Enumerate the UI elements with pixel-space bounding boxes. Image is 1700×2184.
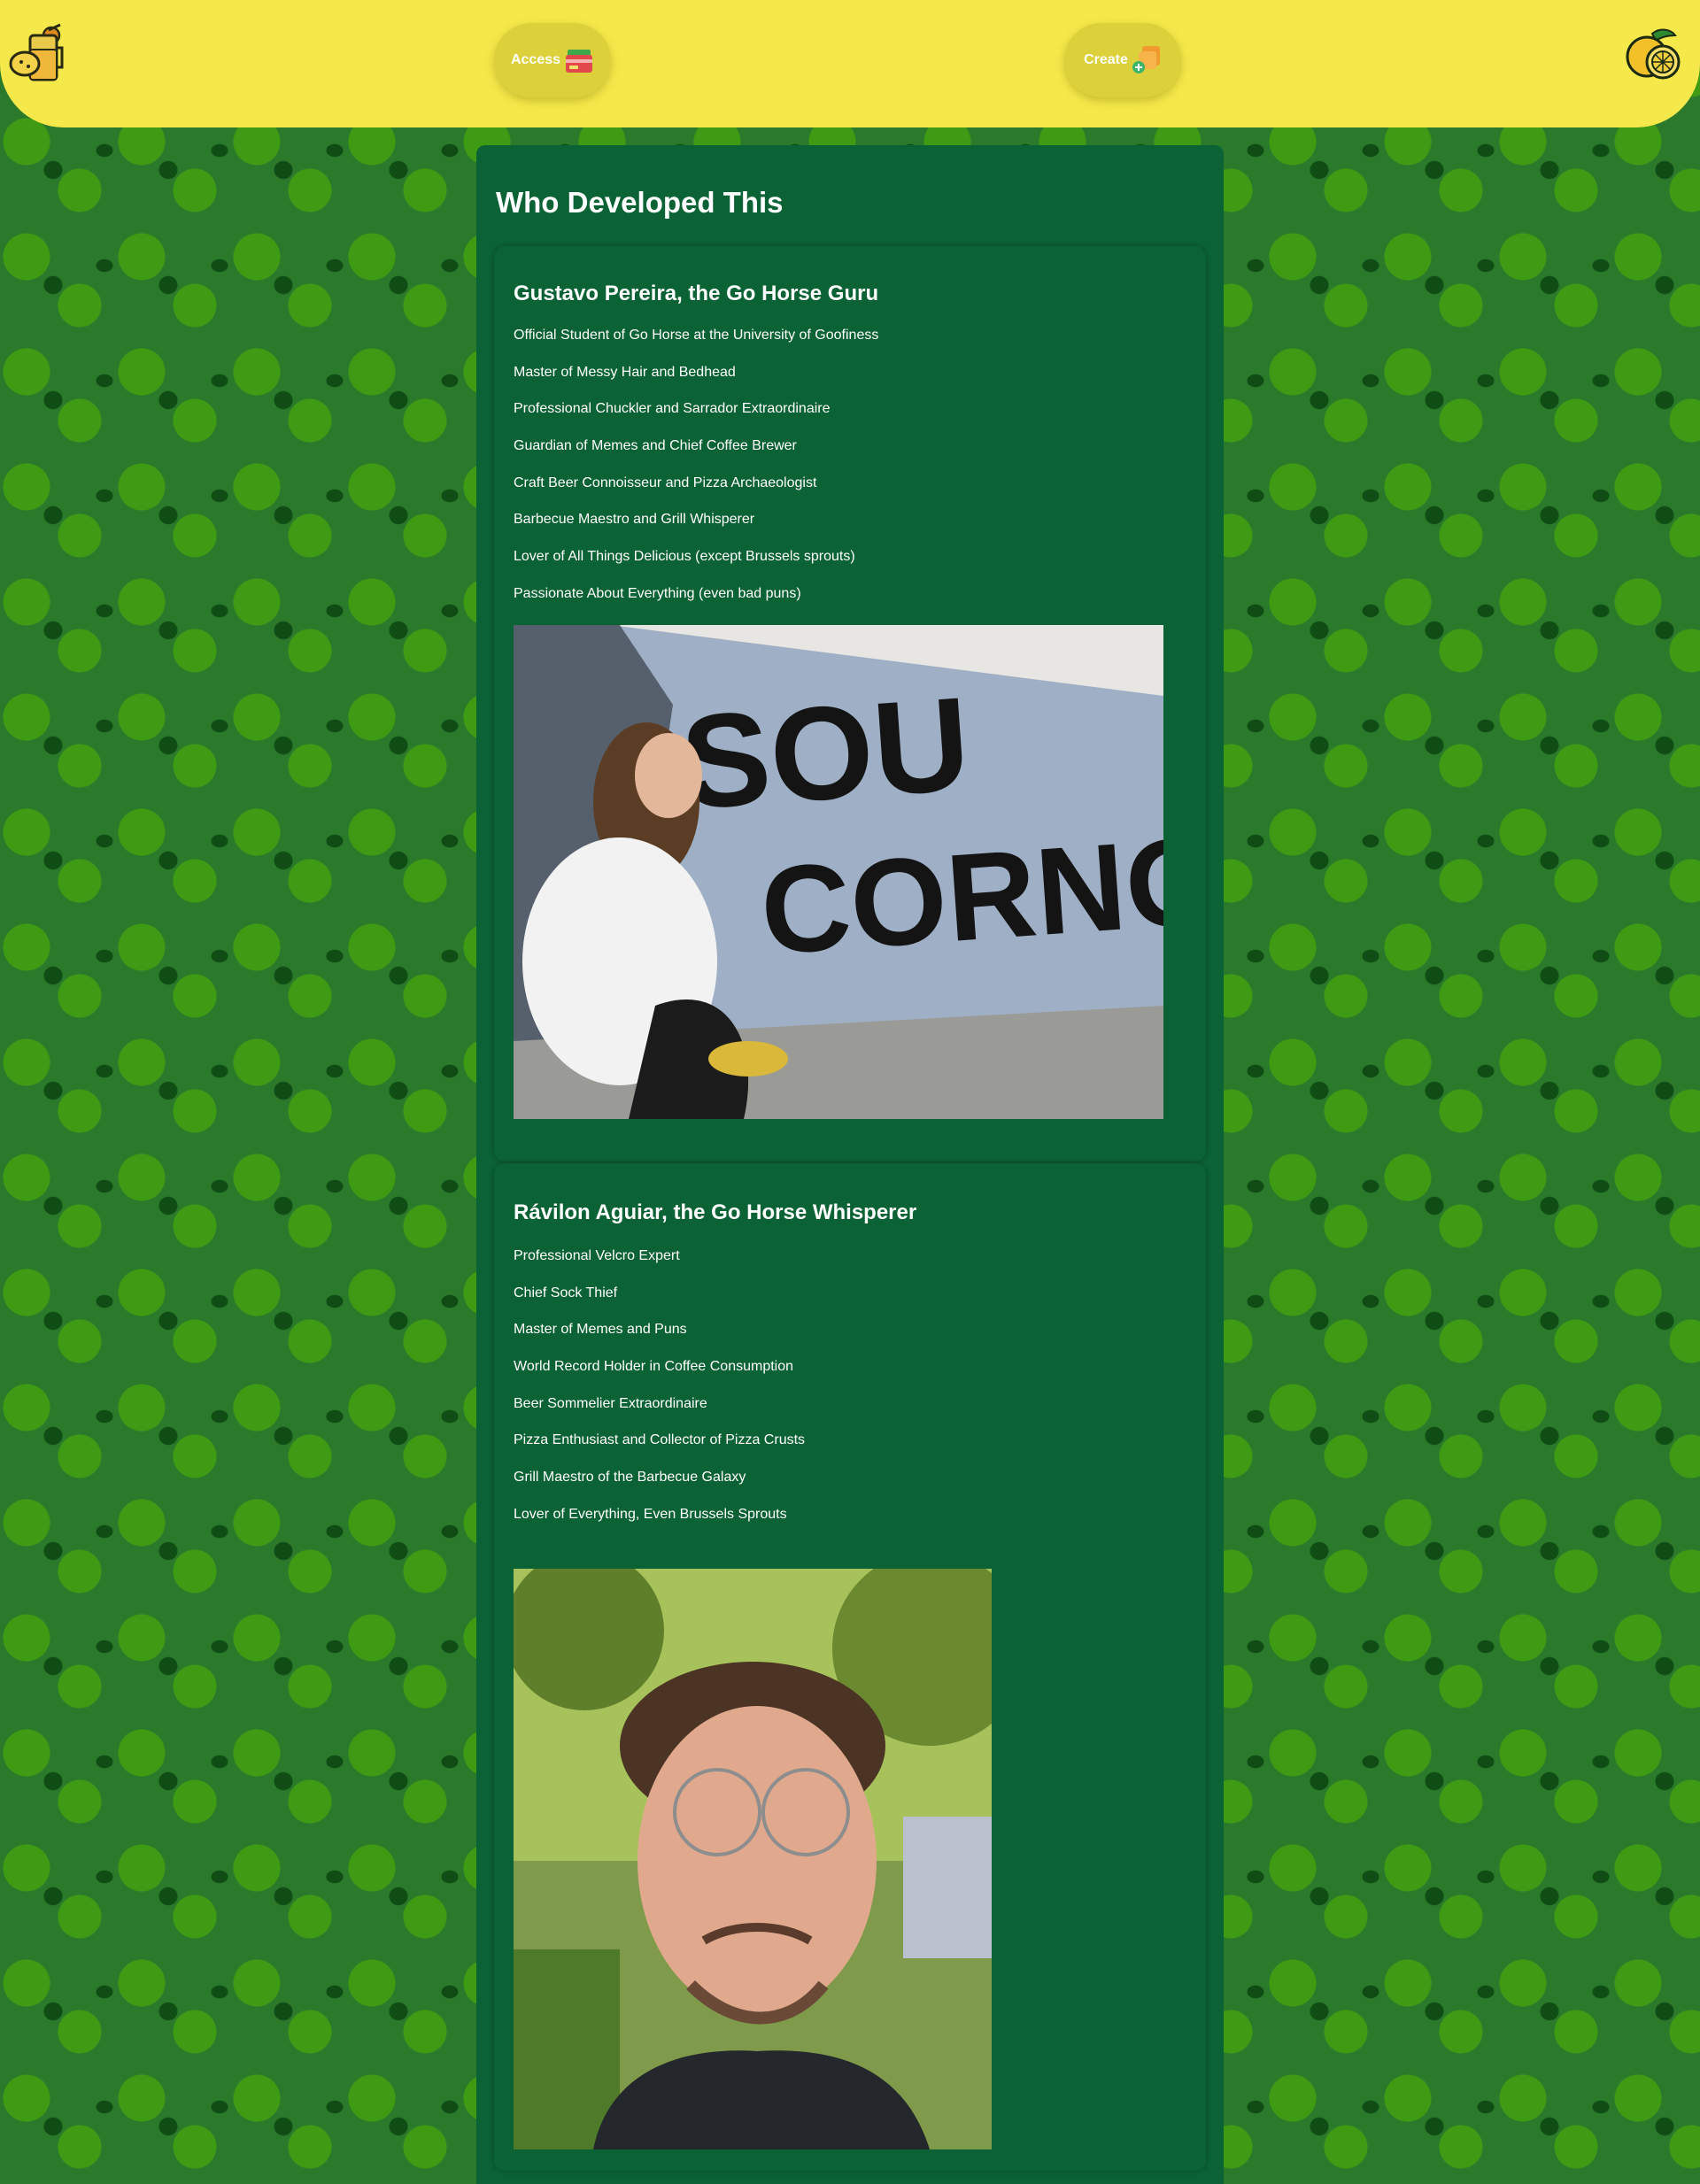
developer-trait: Official Student of Go Horse at the Univ…: [514, 328, 879, 343]
top-navigation-bar: Access Create: [0, 0, 1700, 127]
developer-trait: Lover of Everything, Even Brussels Sprou…: [514, 1506, 787, 1522]
developer-trait: Barbecue Maestro and Grill Whisperer: [514, 512, 755, 528]
developer-trait: Craft Beer Connoisseur and Pizza Archaeo…: [514, 475, 817, 490]
developer-trait: Professional Velcro Expert: [514, 1248, 680, 1263]
developer-trait: Pizza Enthusiast and Collector of Pizza …: [514, 1432, 806, 1448]
developer-trait: Chief Sock Thief: [514, 1285, 618, 1300]
developer-trait: Beer Sommelier Extraordinaire: [514, 1395, 707, 1411]
developer-traits-list: Professional Velcro Expert Chief Sock Th…: [514, 1248, 805, 1544]
developer-card: Rávilon Aguiar, the Go Horse Whisperer P…: [494, 1163, 1206, 2171]
page-title: Who Developed This: [496, 186, 784, 219]
developer-trait: Passionate About Everything (even bad pu…: [514, 585, 801, 601]
wallet-icon: [566, 50, 593, 73]
create-label: Create: [1084, 52, 1128, 67]
developer-trait: Lover of All Things Delicious (except Br…: [514, 549, 855, 565]
developer-traits-list: Official Student of Go Horse at the Univ…: [514, 328, 878, 623]
lemonade-glass-icon[interactable]: [7, 23, 66, 85]
access-label: Access: [510, 52, 561, 67]
developer-photo: [514, 1569, 992, 2149]
create-button[interactable]: Create: [1064, 23, 1181, 97]
access-button[interactable]: Access: [494, 23, 611, 97]
developer-trait: Master of Messy Hair and Bedhead: [514, 364, 736, 380]
developer-trait: Grill Maestro of the Barbecue Galaxy: [514, 1470, 746, 1486]
developer-trait: Master of Memes and Puns: [514, 1322, 687, 1338]
developer-name: Gustavo Pereira, the Go Horse Guru: [514, 282, 879, 305]
developer-trait: Professional Chuckler and Sarrador Extra…: [514, 401, 831, 417]
developer-trait: Guardian of Memes and Chief Coffee Brewe…: [514, 438, 797, 454]
add-card-icon: [1132, 46, 1160, 73]
developer-trait: World Record Holder in Coffee Consumptio…: [514, 1359, 794, 1375]
developer-card: Gustavo Pereira, the Go Horse Guru Offic…: [494, 246, 1206, 1161]
developer-photo: SOU CORNO: [514, 625, 1163, 1119]
lemon-icon[interactable]: [1626, 27, 1682, 83]
svg-text:SOU: SOU: [676, 668, 974, 837]
developers-panel: Who Developed This Gustavo Pereira, the …: [476, 145, 1224, 2184]
developer-name: Rávilon Aguiar, the Go Horse Whisperer: [514, 1200, 917, 1224]
